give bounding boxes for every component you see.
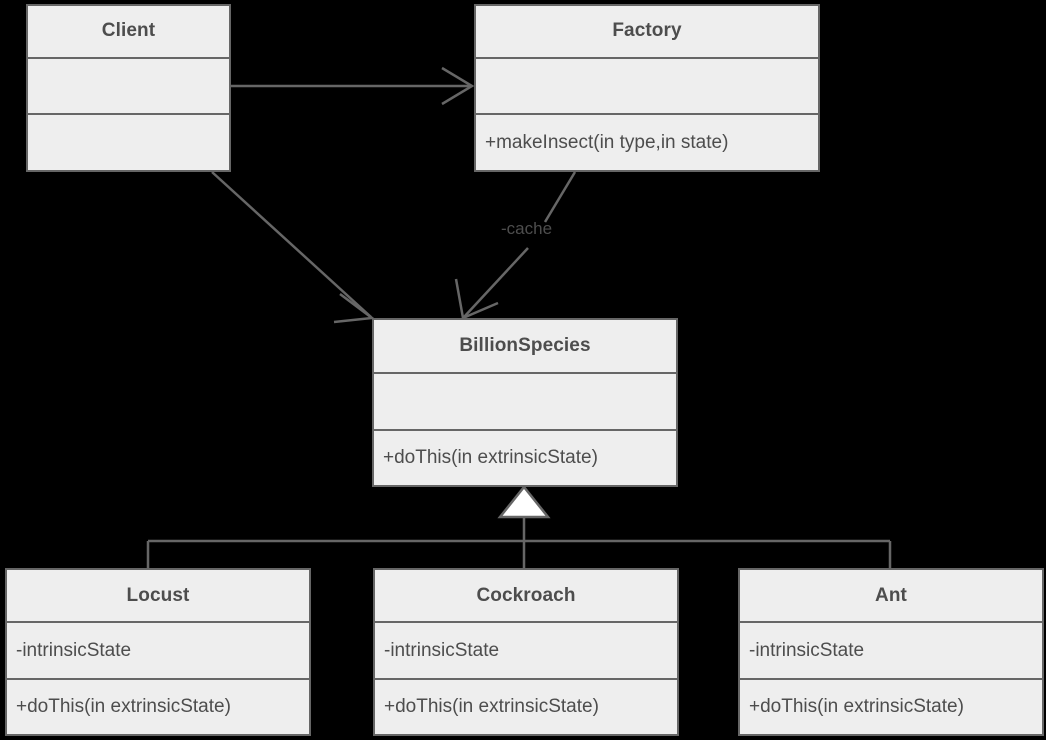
edge-label-cache: -cache bbox=[501, 219, 553, 238]
class-title-locust: Locust bbox=[126, 584, 190, 606]
class-attributes-ant: -intrinsicState bbox=[740, 621, 1042, 677]
class-title-billionspecies: BillionSpecies bbox=[459, 335, 591, 356]
class-attributes-locust: -intrinsicState bbox=[7, 621, 309, 677]
edge-factory-to-billionspecies bbox=[454, 171, 577, 320]
class-operations-locust: +doThis(in extrinsicState) bbox=[7, 677, 309, 734]
edge-client-to-factory bbox=[231, 66, 475, 106]
uml-diagram-canvas: Client Factory +makeInsect(in type,in st… bbox=[0, 0, 1046, 740]
class-box-factory[interactable]: Factory +makeInsect(in type,in state) bbox=[474, 4, 820, 172]
class-attributes-client bbox=[28, 56, 229, 114]
class-box-billionspecies[interactable]: BillionSpecies +doThis(in extrinsicState… bbox=[372, 318, 678, 487]
edge-generalization-tree bbox=[146, 484, 892, 568]
class-title-client: Client bbox=[101, 20, 156, 42]
class-operations-cockroach: +doThis(in extrinsicState) bbox=[375, 677, 677, 734]
class-box-ant[interactable]: Ant -intrinsicState +doThis(in extrinsic… bbox=[738, 568, 1044, 736]
class-attributes-factory bbox=[476, 56, 818, 114]
class-attributes-cockroach: -intrinsicState bbox=[375, 621, 677, 677]
class-title-factory: Factory bbox=[612, 20, 682, 42]
class-box-locust[interactable]: Locust -intrinsicState +doThis(in extrin… bbox=[5, 568, 311, 736]
class-box-client[interactable]: Client bbox=[26, 4, 231, 172]
class-operations-factory: +makeInsect(in type,in state) bbox=[476, 113, 818, 170]
class-box-cockroach[interactable]: Cockroach -intrinsicState +doThis(in ext… bbox=[373, 568, 679, 736]
class-operations-billionspecies: +doThis(in extrinsicState) bbox=[374, 429, 676, 485]
class-attributes-billionspecies bbox=[374, 372, 676, 429]
class-operations-client bbox=[28, 113, 229, 170]
class-operations-ant: +doThis(in extrinsicState) bbox=[740, 677, 1042, 734]
class-title-cockroach: Cockroach bbox=[476, 584, 576, 606]
class-title-ant: Ant bbox=[875, 584, 907, 606]
edge-client-to-billionspecies bbox=[211, 171, 376, 324]
